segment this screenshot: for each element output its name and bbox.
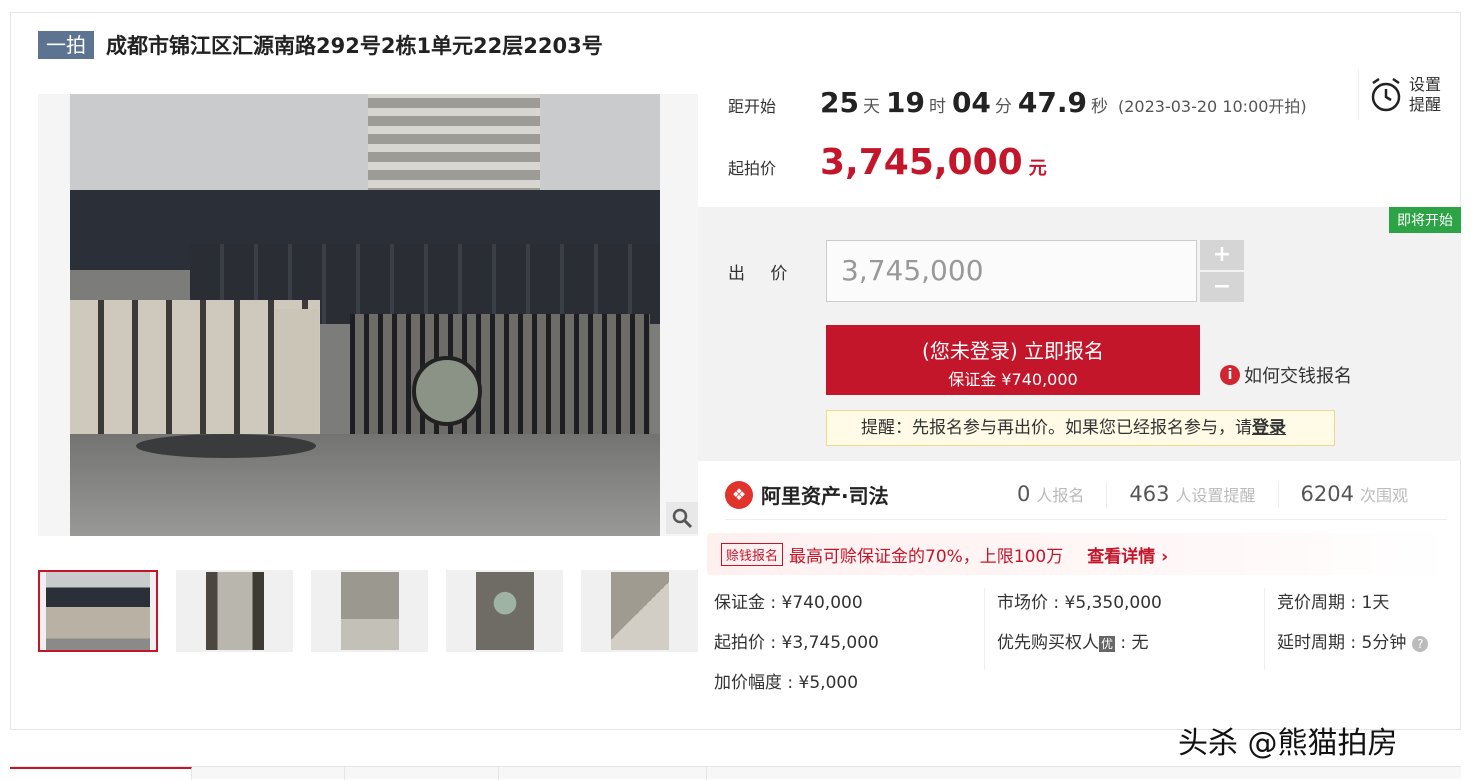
thumbnail[interactable] <box>38 570 158 652</box>
starting-price-value: 3,745,000 <box>820 142 1023 183</box>
countdown-label: 距开始 <box>728 97 777 116</box>
tab-4[interactable] <box>499 767 707 780</box>
stat-reminders: 463 人设置提醒 <box>1107 481 1279 508</box>
main-image-viewer[interactable] <box>38 94 698 536</box>
increase-button[interactable]: + <box>1200 240 1244 270</box>
tab-1[interactable] <box>10 767 192 780</box>
countdown: 距开始 25 天 19 时 04 分 47.9 秒 (2023-03-20 10… <box>728 86 1307 119</box>
tab-2[interactable] <box>192 767 345 780</box>
alarm-clock-icon <box>1371 77 1401 112</box>
login-link[interactable]: 登录 <box>1252 418 1286 438</box>
thumbnail[interactable] <box>176 570 293 652</box>
loan-details-link[interactable]: 查看详情 › <box>1087 542 1168 567</box>
bid-box: 即将开始 出 价 3,745,000 + − (您未登录) 立即报名 保证金 ¥… <box>698 207 1461 461</box>
stat-views: 6204 次围观 <box>1300 481 1408 506</box>
thumbnail-strip <box>38 570 698 652</box>
help-icon[interactable]: ? <box>1412 636 1429 652</box>
bid-amount-input[interactable]: 3,745,000 <box>826 240 1197 302</box>
countdown-minutes: 04 <box>951 86 991 119</box>
priority-buyer: 优先购买权人优 : 无 <box>997 633 1149 653</box>
title-row: 一拍 成都市锦江区汇源南路292号2栋1单元22层2203号 <box>38 30 603 60</box>
howto-pay-link[interactable]: i 如何交钱报名 <box>1220 362 1352 388</box>
page-title: 成都市锦江区汇源南路292号2栋1单元22层2203号 <box>106 34 603 58</box>
auction-details: 保证金 : ¥740,000 起拍价 : ¥3,745,000 加价幅度 : ¥… <box>714 588 1448 698</box>
thumbnail[interactable] <box>311 570 428 652</box>
stat-signups: 0 人报名 <box>995 481 1108 508</box>
bid-stepper: + − <box>1200 240 1244 304</box>
ali-judicial-logo: ❖ 阿里资产·司法 <box>725 480 995 509</box>
property-photo <box>70 94 660 536</box>
market-price: 市场价 : ¥5,350,000 <box>997 593 1162 613</box>
extension-cycle: 延时周期 : 5分钟? <box>1277 628 1448 668</box>
start-price: 起拍价 : ¥3,745,000 <box>714 633 879 653</box>
auction-cycle: 竞价周期 : 1天 <box>1277 593 1390 613</box>
stats-bar: ❖ 阿里资产·司法 0 人报名 463 人设置提醒 6204 次围观 <box>725 470 1447 520</box>
start-time-note: (2023-03-20 10:00开拍) <box>1118 97 1307 116</box>
info-icon: i <box>1220 365 1240 385</box>
deposit: 保证金 : ¥740,000 <box>714 593 863 613</box>
loan-banner: 赊钱报名 最高可赊保证金的70%，上限100万 查看详情 › <box>707 533 1448 575</box>
ali-logo-icon: ❖ <box>725 480 753 509</box>
countdown-days: 25 <box>820 86 859 119</box>
login-tip: 提醒：先报名参与再出价。如果您已经报名参与，请登录 <box>826 410 1335 446</box>
thumbnail[interactable] <box>446 570 563 652</box>
tab-bar <box>10 766 1461 780</box>
countdown-seconds: 47.9 <box>1017 86 1087 119</box>
auction-round-badge: 一拍 <box>38 31 94 59</box>
watermark: 头杀 @熊猫拍房 <box>1178 726 1398 761</box>
status-badge: 即将开始 <box>1389 207 1461 233</box>
decrease-button[interactable]: − <box>1200 272 1244 302</box>
thumbnail[interactable] <box>581 570 698 652</box>
starting-price: 起拍价 3,745,000 元 <box>728 142 1047 183</box>
countdown-hours: 19 <box>885 86 925 119</box>
tab-3[interactable] <box>345 767 499 780</box>
bid-label: 出 价 <box>728 264 798 284</box>
set-reminder-button[interactable]: 设置提醒 <box>1358 70 1454 120</box>
priority-badge: 优 <box>1099 636 1116 652</box>
bid-increment: 加价幅度 : ¥5,000 <box>714 673 859 693</box>
reminder-label: 设置提醒 <box>1409 75 1442 114</box>
loan-tag: 赊钱报名 <box>721 542 784 566</box>
magnifier-icon[interactable] <box>666 502 698 534</box>
signup-button[interactable]: (您未登录) 立即报名 保证金 ¥740,000 <box>826 325 1200 395</box>
